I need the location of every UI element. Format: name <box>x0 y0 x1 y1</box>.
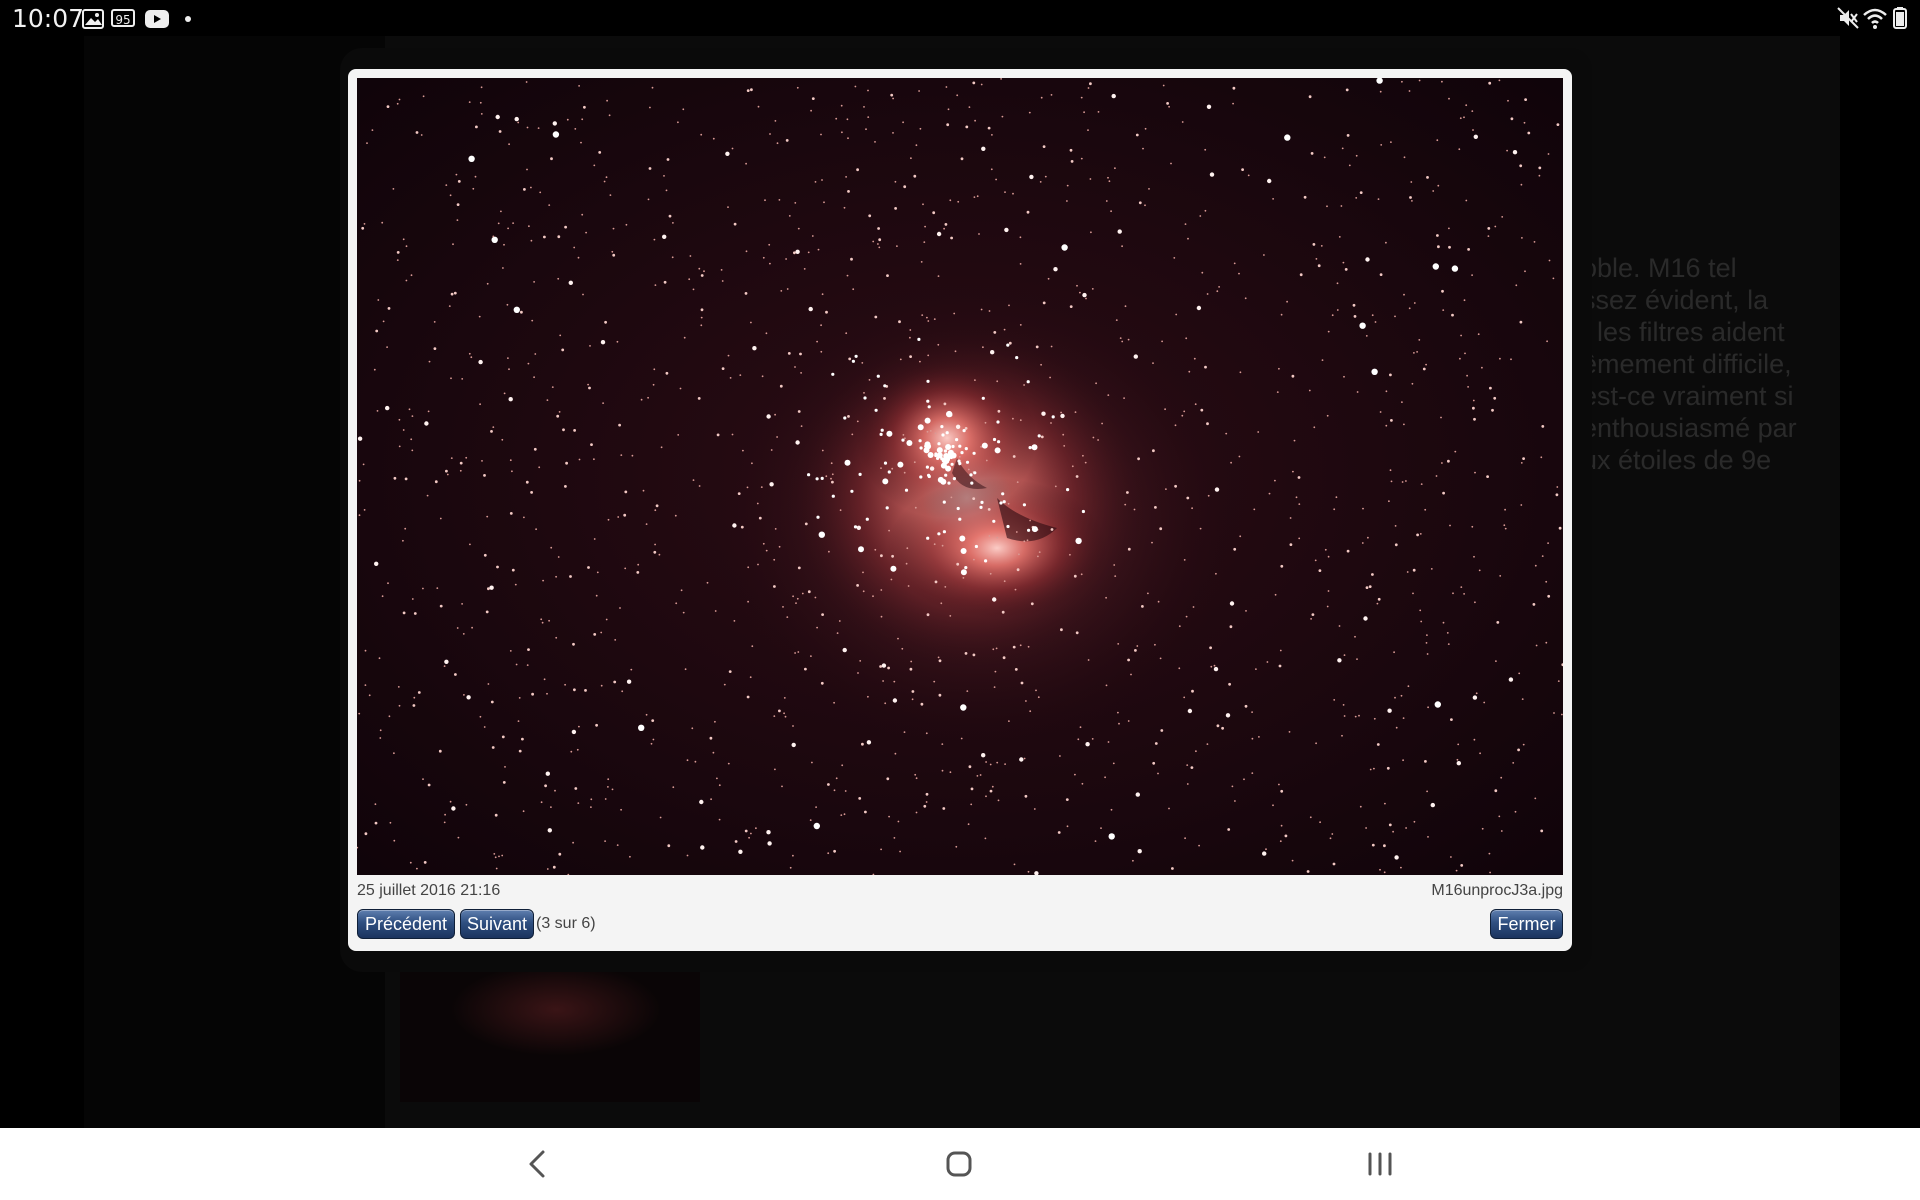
badge-95-icon: 95 <box>111 9 135 27</box>
close-button[interactable]: Fermer <box>1490 909 1563 939</box>
image-counter: (3 sur 6) <box>536 915 596 932</box>
status-time: 10:07 <box>12 4 85 33</box>
navigation-bar <box>0 1128 1920 1200</box>
previous-button[interactable]: Précédent <box>357 909 455 939</box>
gallery-icon <box>82 9 104 29</box>
youtube-icon <box>145 10 169 28</box>
image-lightbox: 25 juillet 2016 21:16 M16unprocJ3a.jpg P… <box>348 69 1572 951</box>
dot-icon <box>185 16 191 22</box>
photo-date: 25 juillet 2016 21:16 <box>357 882 501 899</box>
photo-filename: M16unprocJ3a.jpg <box>1431 882 1563 899</box>
background-thumbnail[interactable] <box>400 970 700 1102</box>
next-button[interactable]: Suivant <box>460 909 534 939</box>
wifi-icon <box>1863 8 1887 29</box>
background-article-text: oble. M16 tel ssez évident, la t les fil… <box>1582 253 1797 475</box>
recents-icon[interactable] <box>1358 1144 1402 1184</box>
nebula-photo[interactable] <box>357 78 1563 875</box>
status-bar: 10:07 95 <box>0 0 1920 36</box>
mute-icon <box>1837 7 1859 29</box>
battery-icon <box>1893 7 1907 29</box>
home-icon[interactable] <box>937 1144 981 1184</box>
back-icon[interactable] <box>515 1144 559 1184</box>
